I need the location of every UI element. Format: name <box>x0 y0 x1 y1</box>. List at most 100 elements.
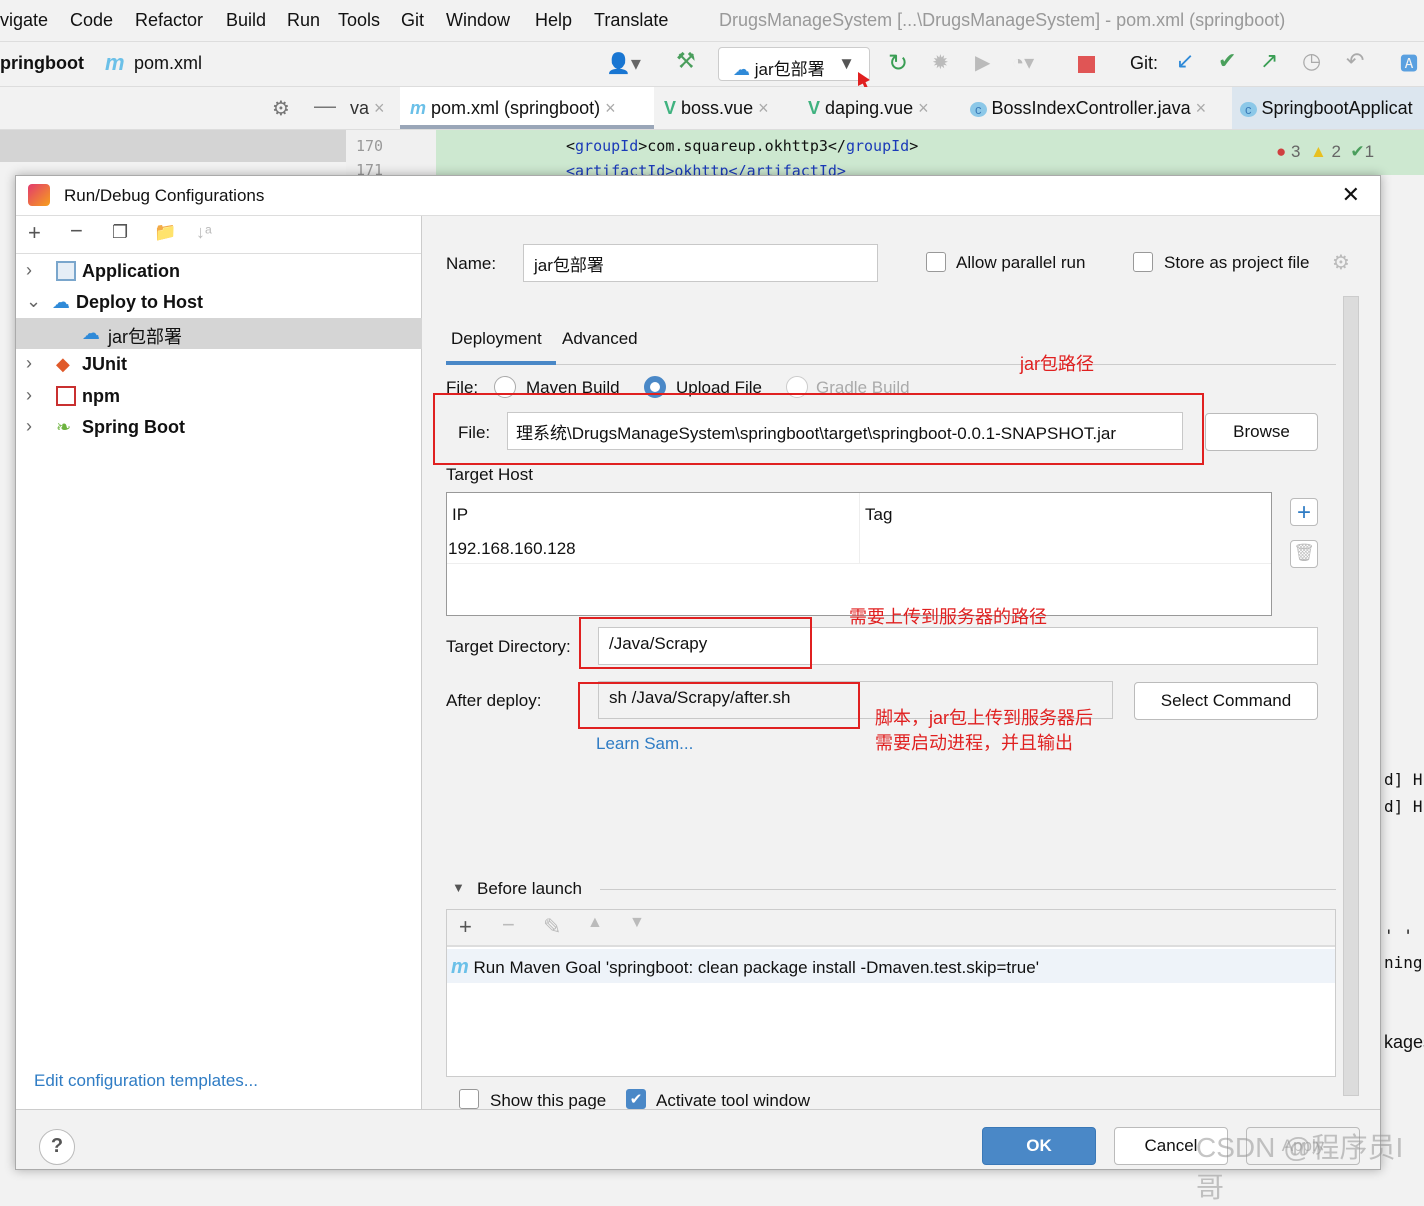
cloud-upload-icon: ☁ <box>82 323 100 343</box>
collapse-triangle-icon[interactable]: ▼ <box>452 880 465 895</box>
menu-refactor[interactable]: Refactor <box>135 10 203 31</box>
breadcrumb-project[interactable]: pringboot <box>0 53 84 74</box>
menu-build[interactable]: Build <box>226 10 266 31</box>
close-icon[interactable]: ✕ <box>1342 182 1360 208</box>
history-icon[interactable]: ◷ <box>1302 48 1321 74</box>
build-hammer-icon[interactable]: ⚒ <box>676 48 696 74</box>
menu-run[interactable]: Run <box>287 10 320 31</box>
host-ip-cell[interactable]: 192.168.160.128 <box>448 539 576 559</box>
annotation-box-after-deploy <box>578 682 860 729</box>
delete-host-icon[interactable]: 🗑 <box>1290 540 1318 568</box>
npm-icon <box>56 386 76 406</box>
move-up-icon[interactable]: ▲ <box>587 914 603 932</box>
rollback-icon[interactable]: ↶ <box>1346 48 1364 74</box>
move-down-icon[interactable]: ▼ <box>629 914 645 932</box>
annotation-script-line2: 需要启动进程，并且输出 <box>875 733 1073 753</box>
copy-icon[interactable]: ❐ <box>112 222 128 243</box>
maven-icon: m <box>105 50 125 75</box>
name-input[interactable]: jar包部署 <box>523 244 878 282</box>
after-deploy-label: After deploy: <box>446 691 542 710</box>
tab-boss-vue[interactable]: V boss.vue × <box>664 87 769 129</box>
stop-icon[interactable] <box>1078 56 1095 73</box>
ok-button[interactable]: OK <box>982 1127 1096 1165</box>
tree-item-jar-deploy[interactable]: ☁ jar包部署 <box>16 318 422 349</box>
tab-deployment[interactable]: Deployment <box>451 329 542 349</box>
menu-help[interactable]: Help <box>535 10 572 31</box>
scrollbar[interactable] <box>1343 296 1359 1096</box>
store-project-label: Store as project file <box>1164 253 1310 272</box>
menu-bar: vigate Code Refactor Build Run Tools Git… <box>0 0 1424 42</box>
menu-navigate[interactable]: vigate <box>0 10 48 31</box>
tree-item-npm[interactable]: › npm <box>16 381 422 412</box>
annotation-jar-path: jar包路径 <box>1020 354 1095 374</box>
add-icon[interactable]: + <box>28 220 41 246</box>
add-task-icon[interactable]: + <box>459 914 472 940</box>
edit-task-icon[interactable]: ✎ <box>543 914 561 940</box>
allow-parallel-checkbox[interactable] <box>926 252 946 272</box>
add-host-icon[interactable]: + <box>1290 498 1318 526</box>
profile-icon[interactable]: ◔▾ <box>1012 50 1034 75</box>
breadcrumb-file[interactable]: pom.xml <box>134 53 202 74</box>
toolbar: pringboot m pom.xml 👤▾ ⚒ ↻ ✹ ▶ ◔▾ Git: ↙… <box>0 42 1424 87</box>
dialog-title-bar: Run/Debug Configurations ✕ <box>16 176 1380 216</box>
help-icon[interactable]: ? <box>39 1129 75 1165</box>
column-tag: Tag <box>865 505 893 524</box>
tree-item-deploy-to-host[interactable]: ⌄ ☁ Deploy to Host <box>16 287 422 318</box>
code-editor[interactable]: <groupId>com.squareup.okhttp3</groupId> … <box>346 130 1424 180</box>
git-commit-icon[interactable]: ✔ <box>1218 48 1236 74</box>
menu-git[interactable]: Git <box>401 10 424 31</box>
store-project-checkbox[interactable] <box>1133 252 1153 272</box>
vue-icon: V <box>664 98 677 118</box>
tab-advanced[interactable]: Advanced <box>562 329 638 349</box>
remove-icon[interactable]: − <box>70 218 83 244</box>
gear-icon[interactable]: ⚙ <box>1332 250 1350 275</box>
menu-translate[interactable]: Translate <box>594 10 668 31</box>
menu-tools[interactable]: Tools <box>338 10 380 31</box>
sort-icon[interactable]: ↓ᵃ <box>196 222 212 243</box>
before-launch-task[interactable]: m Run Maven Goal 'springboot: clean pack… <box>447 949 1335 983</box>
before-launch-list: + − ✎ ▲ ▼ m Run Maven Goal 'springboot: … <box>446 909 1336 1077</box>
debug-icon[interactable]: ✹ <box>932 50 949 75</box>
target-host-label: Target Host <box>446 465 533 484</box>
browse-button[interactable]: Browse <box>1205 413 1318 451</box>
rerun-icon[interactable]: ↻ <box>888 49 908 78</box>
project-selected-row <box>0 130 346 162</box>
chevron-down-icon: ▼ <box>838 54 855 73</box>
tree-item-application[interactable]: › Application <box>16 256 422 287</box>
tab-daping-vue[interactable]: V daping.vue × <box>808 87 929 129</box>
menu-window[interactable]: Window <box>446 10 510 31</box>
tab-pom-xml[interactable]: m pom.xml (springboot) × <box>400 87 654 129</box>
config-tree-panel: + − ❐ 📁 ↓ᵃ › Application ⌄ ☁ Deploy to Host… <box>16 216 422 1109</box>
translate-icon[interactable]: 🅰 <box>1400 50 1418 76</box>
learn-samples-link[interactable]: Learn Sam... <box>596 734 693 754</box>
folder-icon[interactable]: 📁 <box>154 222 176 243</box>
tree-item-spring-boot[interactable]: › ❧ Spring Boot <box>16 412 422 443</box>
coverage-icon[interactable]: ▶ <box>975 50 990 75</box>
inspection-widget[interactable]: ● 3 ▲ 2 ✔1 <box>1276 142 1374 162</box>
minimize-icon[interactable]: — <box>314 93 336 119</box>
maven-icon: m <box>410 98 427 118</box>
remove-task-icon[interactable]: − <box>502 912 515 938</box>
tab-springboot-application[interactable]: c SpringbootApplicat <box>1232 87 1424 129</box>
select-command-button[interactable]: Select Command <box>1134 682 1318 720</box>
tree-item-junit[interactable]: › ◆ JUnit <box>16 349 422 380</box>
show-page-checkbox[interactable] <box>459 1089 479 1109</box>
menu-code[interactable]: Code <box>70 10 113 31</box>
edit-templates-link[interactable]: Edit configuration templates... <box>34 1071 258 1091</box>
spring-leaf-icon: ❧ <box>56 417 72 437</box>
user-icon[interactable]: 👤▾ <box>606 51 641 76</box>
tab-java[interactable]: va × <box>350 87 385 129</box>
annotation-script-line1: 脚本，jar包上传到服务器后 <box>875 708 1094 728</box>
junit-icon: ◆ <box>56 354 70 374</box>
git-label: Git: <box>1130 53 1159 73</box>
activate-tool-label: Activate tool window <box>656 1091 811 1110</box>
git-push-icon[interactable]: ↗ <box>1260 48 1278 74</box>
tab-boss-index-controller[interactable]: c BossIndexController.java × <box>970 87 1206 129</box>
class-icon: c <box>1240 102 1257 117</box>
before-launch-label: Before launch <box>477 879 582 898</box>
run-config-selector[interactable]: ☁ jar包部署 ▼ <box>718 47 870 81</box>
gear-icon[interactable]: ⚙ <box>272 96 290 121</box>
watermark: CSDN @程序员I哥 <box>1196 1132 1404 1203</box>
activate-tool-checkbox[interactable]: ✔ <box>626 1089 646 1109</box>
git-update-icon[interactable]: ↙ <box>1176 48 1194 74</box>
